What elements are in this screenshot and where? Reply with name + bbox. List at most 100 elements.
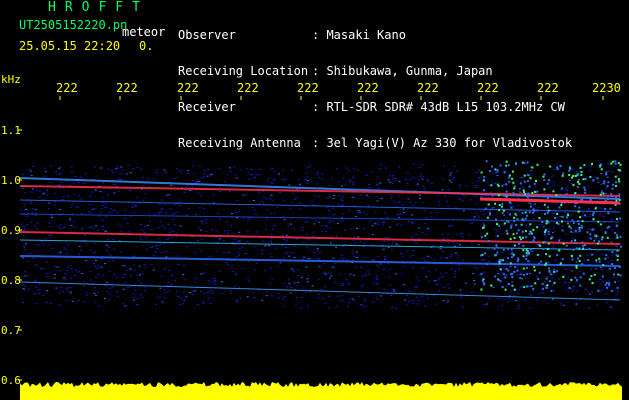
noise-speck [152, 255, 155, 256]
noise-speck [209, 303, 212, 304]
noise-speck [483, 258, 486, 260]
burst-speck [598, 260, 601, 263]
noise-speck [106, 194, 109, 196]
burst-speck [522, 236, 524, 239]
noise-speck [125, 173, 128, 175]
burst-speck [560, 204, 563, 206]
noise-speck [575, 261, 578, 263]
noise-speck [121, 169, 124, 171]
noise-speck [332, 213, 335, 215]
noise-speck [593, 217, 595, 219]
noise-speck [254, 269, 257, 271]
noise-speck [382, 248, 385, 250]
burst-speck [541, 221, 544, 223]
noise-speck [336, 222, 339, 224]
noise-speck [297, 281, 300, 283]
noise-speck [458, 198, 461, 200]
noise-speck [472, 218, 475, 220]
burst-speck [600, 238, 603, 241]
noise-speck [339, 300, 342, 302]
noise-speck [548, 228, 551, 230]
burst-speck [561, 229, 564, 232]
noise-speck [98, 305, 101, 307]
noise-speck [233, 166, 236, 168]
noise-speck [608, 280, 611, 282]
noise-speck [85, 260, 88, 262]
noise-speck [590, 165, 592, 167]
noise-speck [124, 273, 126, 275]
noise-speck [94, 301, 97, 303]
noise-speck [155, 245, 158, 247]
burst-speck [591, 162, 593, 165]
noise-speck [245, 168, 248, 170]
noise-speck [571, 270, 574, 272]
burst-speck [577, 178, 580, 181]
burst-speck [578, 228, 581, 231]
noise-speck [367, 270, 370, 272]
noise-speck [252, 200, 255, 201]
noise-speck [449, 256, 452, 258]
noise-speck [308, 249, 311, 251]
noise-speck [441, 233, 444, 235]
noise-speck [387, 247, 390, 249]
noise-speck [142, 199, 145, 201]
noise-speck [424, 210, 427, 212]
noise-speck [164, 268, 167, 270]
noise-speck [59, 227, 61, 229]
burst-speck [600, 168, 603, 171]
noise-speck [111, 286, 114, 288]
burst-speck [605, 254, 608, 257]
noise-speck [532, 204, 535, 205]
noise-speck [279, 262, 282, 264]
noise-speck [317, 249, 320, 251]
noise-speck [222, 251, 225, 253]
noise-speck [398, 216, 401, 218]
noise-speck [44, 238, 47, 240]
noise-speck [247, 280, 250, 282]
noise-speck [444, 257, 447, 259]
noise-speck [530, 294, 533, 296]
noise-speck [345, 167, 348, 169]
noise-speck [28, 288, 31, 290]
noise-speck [410, 236, 413, 238]
noise-speck [179, 304, 182, 306]
noise-speck [428, 229, 430, 231]
noise-speck [195, 214, 198, 215]
burst-speck [561, 187, 564, 190]
noise-speck [589, 214, 592, 216]
noise-speck [107, 168, 110, 170]
noise-speck [512, 205, 515, 207]
noise-speck [430, 183, 433, 184]
noise-speck [524, 224, 527, 226]
burst-speck [598, 240, 601, 243]
noise-speck [536, 299, 539, 301]
noise-speck [240, 169, 243, 171]
noise-speck [355, 251, 358, 253]
noise-speck [528, 202, 531, 204]
noise-speck [205, 230, 208, 232]
noise-speck [24, 192, 27, 194]
burst-speck [582, 247, 585, 250]
noise-speck [376, 200, 379, 202]
noise-speck [552, 246, 555, 248]
burst-speck [495, 218, 497, 221]
burst-speck [547, 206, 549, 209]
noise-speck [340, 204, 343, 206]
noise-speck [456, 234, 459, 236]
burst-speck [540, 260, 543, 263]
noise-speck [126, 287, 129, 289]
noise-speck [205, 263, 208, 265]
noise-speck [374, 223, 377, 225]
noise-speck [337, 180, 340, 182]
noise-speck [131, 206, 134, 208]
noise-speck [570, 288, 573, 290]
noise-speck [30, 201, 33, 203]
noise-speck [529, 261, 532, 263]
burst-speck [556, 270, 558, 273]
noise-speck [417, 183, 419, 185]
noise-speck [159, 220, 162, 222]
noise-speck [492, 287, 495, 289]
noise-speck [165, 212, 168, 214]
noise-speck [357, 236, 360, 238]
noise-speck [479, 196, 482, 198]
